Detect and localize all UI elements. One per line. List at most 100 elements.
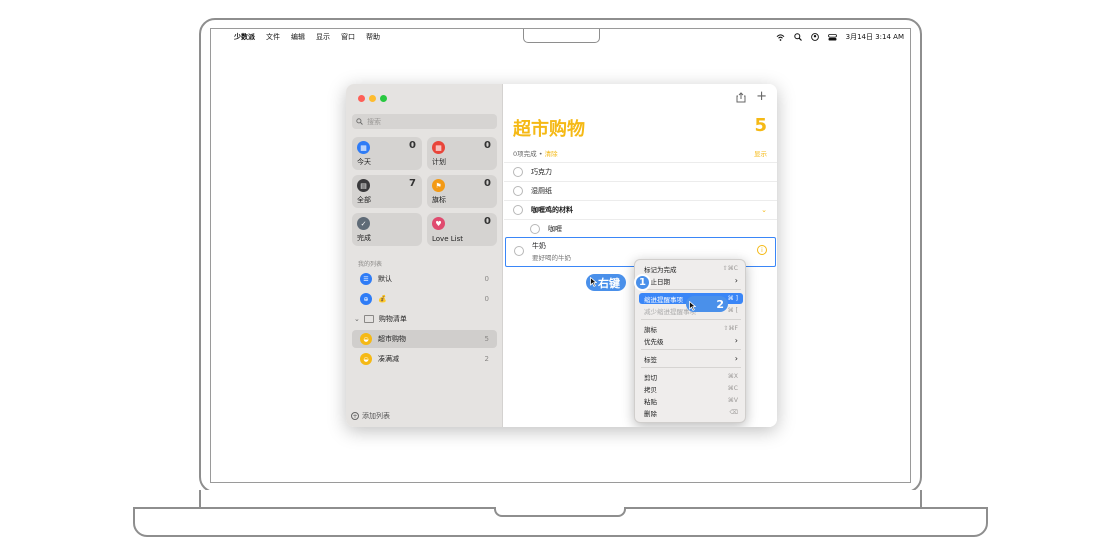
group-label: 购物清单	[378, 315, 407, 323]
sidebar-item-discount[interactable]: ◒ 凑满减 2	[352, 350, 497, 368]
complete-checkbox[interactable]	[514, 246, 524, 256]
menu-window[interactable]: 窗口	[341, 32, 355, 42]
menu-app-name[interactable]: 少数派	[234, 32, 255, 42]
list-item-subtask[interactable]: 咖喱	[504, 219, 777, 238]
laptop-screen: 少数派 文件 编辑 显示 窗口 帮助 3月14日 3:14 AM 搜索 ▦ 0 …	[210, 28, 911, 483]
menu-view[interactable]: 显示	[316, 32, 330, 42]
smart-list-all[interactable]: ▤ 7 全部	[352, 175, 422, 208]
menu-item-mark-complete[interactable]: 标记为完成 ⇧⌘C	[639, 263, 743, 274]
complete-checkbox[interactable]	[513, 186, 523, 196]
search-field[interactable]: 搜索	[352, 114, 497, 129]
list-count: 5	[484, 335, 489, 343]
item-note: 要好喝的牛奶	[532, 254, 571, 262]
list-label: 凑满减	[378, 355, 399, 363]
search-placeholder: 搜索	[367, 117, 381, 126]
list-count: 0	[484, 295, 489, 303]
chevron-right-icon: ›	[734, 276, 738, 285]
wifi-icon[interactable]	[776, 33, 785, 41]
tray-icon: ▤	[357, 179, 370, 192]
search-icon	[356, 118, 363, 125]
sidebar-item-money[interactable]: ⊕ 💰 0	[352, 290, 497, 308]
menu-item-label: 剪切	[644, 373, 657, 382]
menu-file[interactable]: 文件	[266, 32, 280, 42]
complete-checkbox[interactable]	[513, 167, 523, 177]
zoom-window-button[interactable]	[380, 95, 387, 102]
chevron-down-icon[interactable]: ⌄	[354, 315, 360, 323]
control-center-icon[interactable]	[827, 33, 837, 41]
clock[interactable]: 3月14日 3:14 AM	[846, 32, 904, 42]
shortcut: ⌘V	[727, 397, 738, 404]
list-item[interactable]: 湿厕纸	[504, 181, 777, 200]
completed-count: 0项完成	[513, 150, 537, 158]
checkmark-icon: ✓	[357, 217, 370, 230]
shortcut: ⌘ [	[727, 307, 738, 314]
smart-list-flagged[interactable]: ⚑ 0 旗标	[427, 175, 497, 208]
shortcut: ⌘ ]	[727, 295, 738, 302]
list-cart-icon: ⊕	[360, 293, 372, 305]
smart-list-love-list[interactable]: ♥ 0 Love List	[427, 213, 497, 246]
mouse-pointer-icon	[590, 277, 597, 287]
menu-item-paste[interactable]: 粘贴 ⌘V	[639, 395, 743, 406]
menu-item-tags[interactable]: 标签 ›	[639, 353, 743, 364]
user-account-icon[interactable]	[810, 33, 819, 41]
complete-checkbox[interactable]	[513, 205, 523, 215]
tile-count: 0	[484, 140, 491, 151]
list-label: 超市购物	[378, 335, 406, 343]
shortcut: ⇧⌘C	[722, 265, 738, 272]
list-item[interactable]: 咖喱鸡的材料 ⌄	[504, 200, 777, 219]
menu-item-due-date[interactable]: 截止日期 ›	[639, 275, 743, 286]
menu-item-flag[interactable]: 旗标 ⇧⌘F	[639, 323, 743, 334]
step-1-badge: 1	[634, 274, 651, 291]
smart-list-today[interactable]: ▦ 0 今天	[352, 137, 422, 170]
smart-list-scheduled[interactable]: ▦ 0 计划	[427, 137, 497, 170]
mouse-pointer-icon	[689, 301, 696, 311]
shortcut: ⌘X	[727, 373, 738, 380]
clear-completed-button[interactable]: 清除	[545, 150, 558, 158]
add-list-button[interactable]: + 添加列表	[351, 411, 390, 421]
sidebar-item-supermarket[interactable]: ◒ 超市购物 5	[352, 330, 497, 348]
list-label: 💰	[378, 295, 387, 303]
menu-divider	[641, 367, 741, 368]
menu-divider	[641, 289, 741, 290]
list-label: 默认	[378, 275, 392, 283]
minimize-window-button[interactable]	[369, 95, 376, 102]
menu-item-cut[interactable]: 剪切 ⌘X	[639, 371, 743, 382]
menu-edit[interactable]: 编辑	[291, 32, 305, 42]
sidebar-group-shopping[interactable]: ⌄ 购物清单	[352, 310, 497, 328]
show-completed-button[interactable]: 显示	[754, 148, 767, 158]
close-window-button[interactable]	[358, 95, 365, 102]
list-item[interactable]: 巧克力	[504, 162, 777, 181]
shortcut: ⇧⌘F	[723, 325, 738, 332]
calendar-today-icon: ▦	[357, 141, 370, 154]
tile-label: 旗标	[432, 196, 446, 204]
my-lists-heading: 我的列表	[358, 261, 383, 268]
menu-item-copy[interactable]: 拷贝 ⌘C	[639, 383, 743, 394]
calendar-scheduled-icon: ▦	[432, 141, 445, 154]
laptop-base-notch	[494, 507, 626, 517]
menu-item-delete[interactable]: 删除 ⌫	[639, 407, 743, 418]
menu-divider	[641, 349, 741, 350]
complete-checkbox[interactable]	[530, 224, 540, 234]
sidebar: 搜索 ▦ 0 今天 ▦ 0 计划 ▤ 7 全部 ⚑ 0 旗标 ✓ 完成 ♥ 0 …	[346, 84, 503, 427]
menu-item-label: 旗标	[644, 325, 657, 334]
menu-item-priority[interactable]: 优先级 ›	[639, 335, 743, 346]
smart-list-completed[interactable]: ✓ 完成	[352, 213, 422, 246]
add-reminder-icon[interactable]: +	[756, 90, 767, 103]
menu-divider	[641, 319, 741, 320]
window-controls	[358, 95, 387, 102]
tile-label: 今天	[357, 158, 371, 166]
basket-icon: ◒	[360, 353, 372, 365]
item-title: 巧克力	[531, 168, 552, 176]
folder-icon	[363, 315, 374, 323]
sidebar-item-default[interactable]: ☰ 默认 0	[352, 270, 497, 288]
add-list-label: 添加列表	[362, 412, 390, 420]
info-icon[interactable]: i	[757, 245, 767, 255]
share-icon[interactable]	[736, 92, 746, 103]
menu-item-label: 标签	[644, 355, 657, 364]
menu-help[interactable]: 帮助	[366, 32, 380, 42]
chevron-down-icon[interactable]: ⌄	[761, 206, 767, 214]
list-count: 2	[484, 355, 489, 363]
spotlight-search-icon[interactable]	[793, 33, 802, 41]
list-count: 0	[484, 275, 489, 283]
item-title: 咖喱鸡的材料	[531, 206, 573, 214]
